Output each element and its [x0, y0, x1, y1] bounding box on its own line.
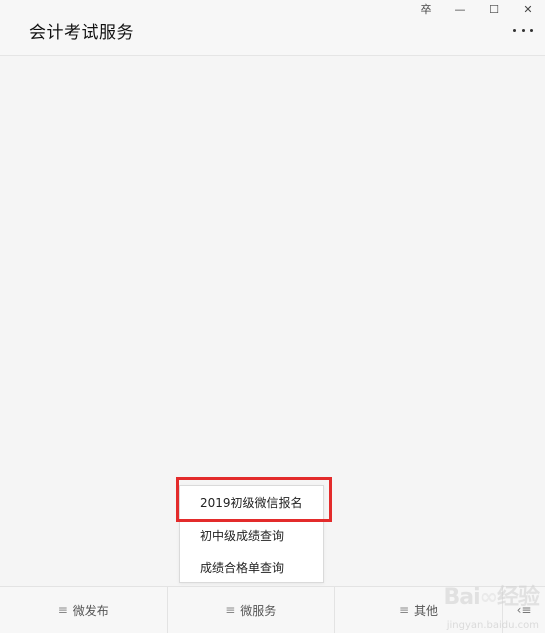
maximize-icon[interactable]: ☐	[477, 0, 511, 18]
close-icon[interactable]: ✕	[511, 0, 545, 18]
pin-icon[interactable]: 卒	[409, 0, 443, 18]
tab-wei-fuwu[interactable]: ≡ 微服务	[168, 587, 335, 633]
tab-label: 微发布	[72, 603, 109, 618]
minimize-icon[interactable]: —	[443, 0, 477, 18]
submenu-item-certificate-query[interactable]: 成绩合格单查询	[180, 552, 325, 584]
watermark-url: jingyan.baidu.com	[446, 620, 539, 631]
menu-icon: ≡	[57, 603, 68, 617]
submenu-item-score-query[interactable]: 初中级成绩查询	[180, 520, 325, 552]
window-controls: 卒 — ☐ ✕	[409, 0, 545, 18]
tab-wei-fabu[interactable]: ≡ 微发布	[0, 587, 168, 633]
tab-label: 微服务	[240, 603, 277, 618]
window-title: 会计考试服务	[29, 23, 134, 43]
tab-label: 其他	[414, 603, 439, 618]
more-options-icon[interactable]	[513, 24, 533, 36]
menu-icon: ≡	[225, 603, 236, 617]
baidu-watermark-logo: Bai∞经验	[443, 585, 540, 610]
highlight-annotation-box	[176, 477, 332, 522]
title-bar: 会计考试服务 卒 — ☐ ✕	[0, 0, 545, 56]
more-dot	[530, 28, 533, 32]
more-dot	[513, 28, 516, 32]
more-dot	[521, 28, 525, 32]
menu-icon: ≡	[398, 603, 410, 617]
wechat-official-account-window: 会计考试服务 卒 — ☐ ✕ 2019初级微信报名 初中级成绩查询 成绩合格单查…	[0, 0, 545, 633]
